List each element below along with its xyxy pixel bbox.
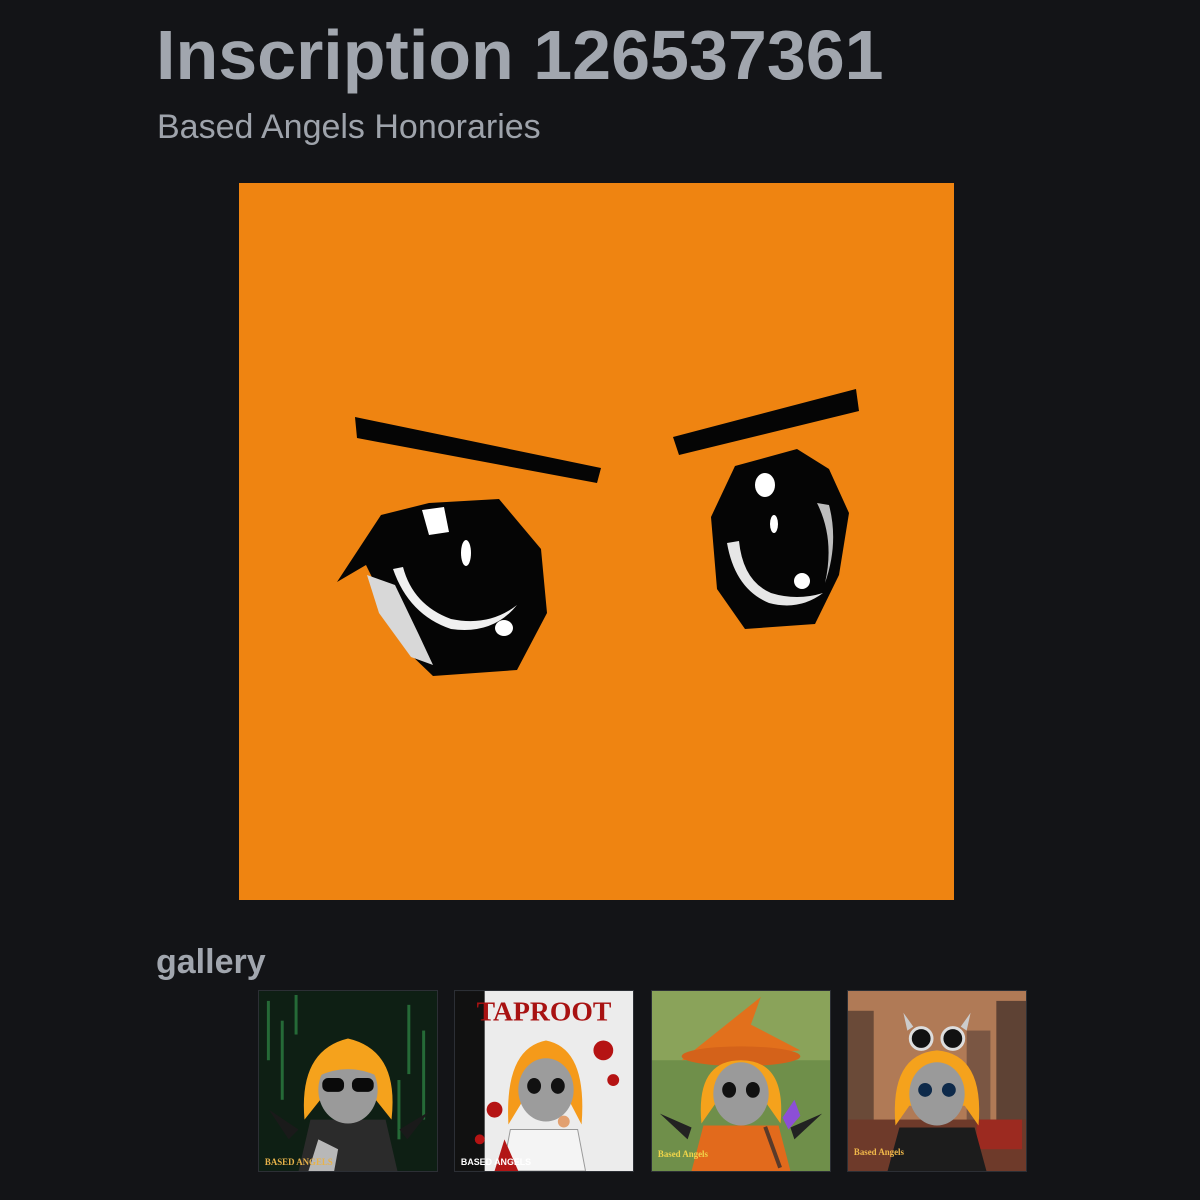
taproot-angel-image: TAPROOT BASED ANGELS: [455, 991, 633, 1171]
thumbnail-4-caption: Based Angels: [854, 1147, 905, 1157]
gallery-thumbnail-1[interactable]: BASED ANGELS: [258, 990, 438, 1172]
thumbnail-1-caption: BASED ANGELS: [265, 1157, 333, 1167]
page-title: Inscription 126537361: [156, 16, 884, 94]
inscription-artwork[interactable]: [239, 183, 954, 900]
gallery-thumbnail-3[interactable]: Based Angels: [651, 990, 831, 1172]
collection-link[interactable]: Based Angels Honoraries: [157, 107, 541, 147]
punk-angel-image: Based Angels: [848, 991, 1026, 1171]
thumbnail-2-title: TAPROOT: [477, 996, 612, 1027]
gallery-thumbnail-4[interactable]: Based Angels: [847, 990, 1027, 1172]
witch-angel-image: Based Angels: [652, 991, 830, 1171]
thumbnail-2-caption: BASED ANGELS: [461, 1157, 531, 1167]
inscription-page: Inscription 126537361 Based Angels Honor…: [0, 0, 1200, 1200]
gallery-heading: gallery: [156, 943, 266, 981]
artwork-background: [239, 183, 954, 900]
matrix-angel-image: BASED ANGELS: [259, 991, 437, 1171]
gallery-thumbnails: BASED ANGELS TAPROOT BASED ANGELS Based …: [258, 990, 1030, 1174]
gallery-thumbnail-2[interactable]: TAPROOT BASED ANGELS: [454, 990, 634, 1172]
thumbnail-3-caption: Based Angels: [658, 1149, 709, 1159]
